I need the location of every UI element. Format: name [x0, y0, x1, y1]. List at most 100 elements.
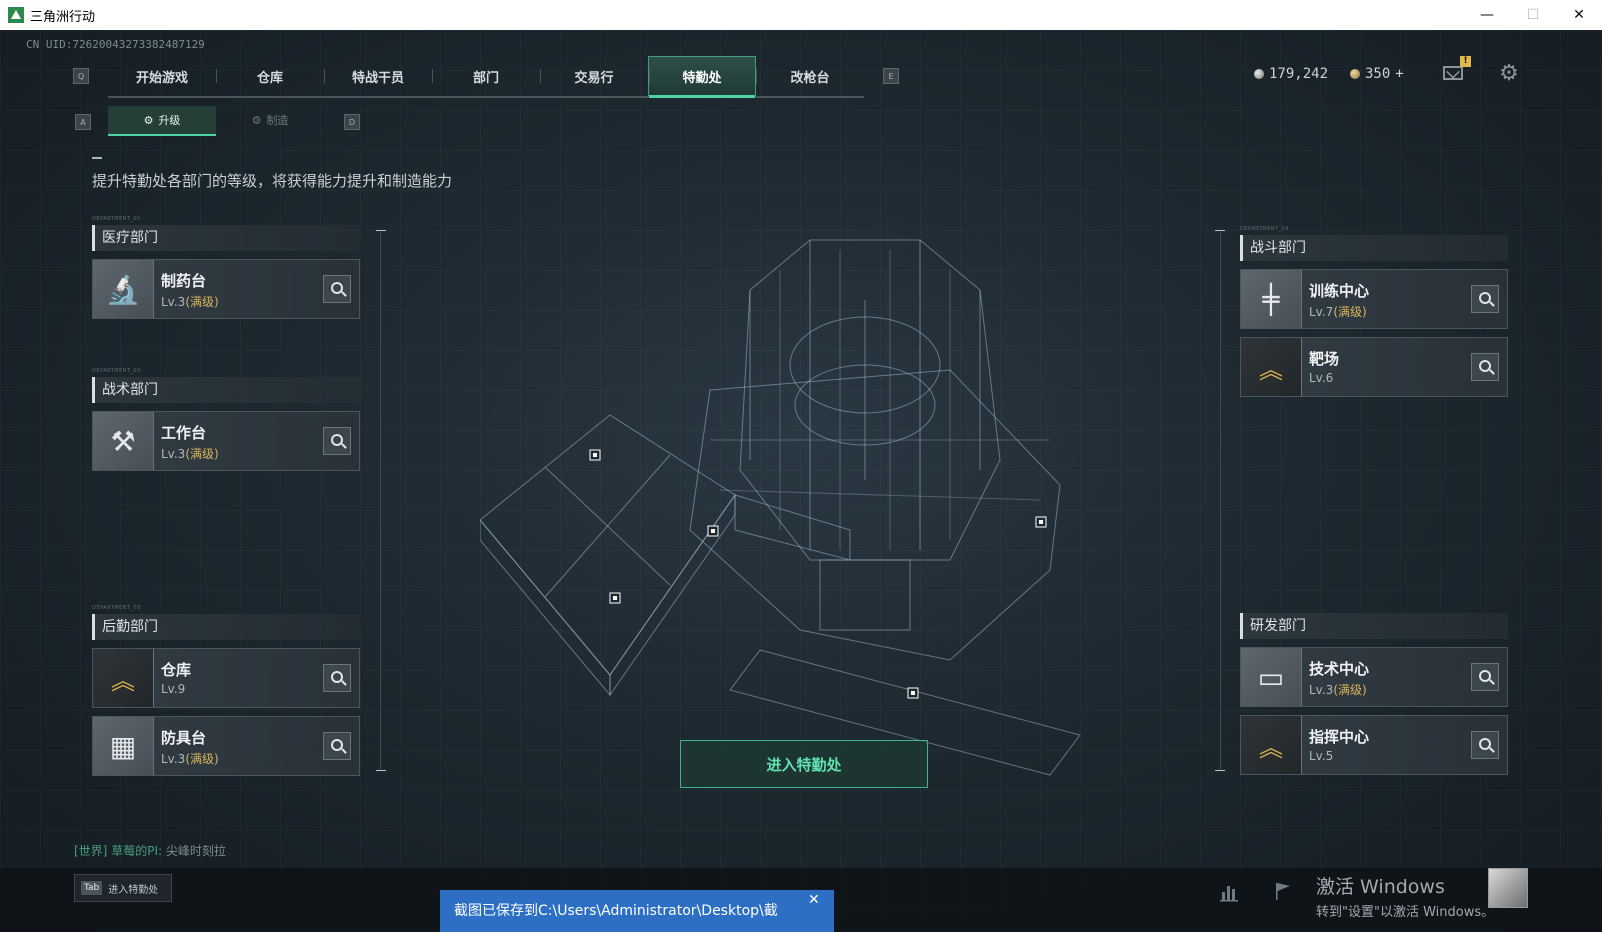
subnav-key-right[interactable]: D	[344, 114, 360, 130]
magnify-icon[interactable]	[1471, 353, 1499, 381]
minimize-button[interactable]: —	[1464, 0, 1510, 30]
facility-level: Lv.7(满级)	[1309, 303, 1367, 320]
toast-close-icon[interactable]: ✕	[808, 892, 820, 908]
magnify-icon[interactable]	[1471, 663, 1499, 691]
magnify-icon[interactable]	[323, 732, 351, 760]
subnav-key-left[interactable]: A	[75, 114, 91, 130]
chat-channel: [世界]	[74, 844, 108, 858]
chat-message: 尖峰时刻拉	[165, 844, 226, 858]
user-uid: CN UID:7262004327338248712​9	[26, 38, 205, 51]
upgrade-icon: ⚙	[143, 113, 154, 127]
dept-combat-header: 战斗部门	[1240, 235, 1508, 261]
nav-key-left[interactable]: Q	[73, 68, 89, 84]
maximize-button[interactable]: ☐	[1510, 0, 1556, 30]
terminal-icon: ▭	[1241, 648, 1302, 706]
page-description: 提升特勤处各部门的等级，将获得能力提升和制造能力	[92, 172, 453, 190]
dept-tag: DEPARTMENT_02	[92, 368, 141, 374]
dept-tactical-header: 战术部门	[92, 377, 360, 403]
tab-special-ops[interactable]: 特勤处	[648, 56, 756, 98]
window-title: 三角洲行动	[30, 9, 96, 25]
subtab-upgrade[interactable]: ⚙ 升级	[108, 106, 216, 136]
windows-activation-watermark: 激活 Windows 转到"设置"以激活 Windows。	[1316, 872, 1494, 920]
dept-logistics-header: 后勤部门	[92, 614, 360, 640]
facility-name: 训练中心	[1309, 282, 1370, 300]
dumbbell-icon: ╪	[1241, 270, 1302, 328]
facility-name: 仓库	[161, 661, 192, 679]
subtab-upgrade-label: 升级	[158, 114, 181, 127]
subtab-craft-label: 制造	[266, 114, 289, 127]
level-value: Lv.3	[161, 295, 186, 309]
bracket-top-left	[376, 230, 386, 231]
level-value: Lv.3	[161, 752, 186, 766]
tab-start-game[interactable]: 开始游戏	[108, 56, 216, 96]
mail-icon[interactable]	[1443, 66, 1463, 80]
tab-warehouse[interactable]: 仓库	[216, 56, 324, 96]
stats-icon[interactable]	[1218, 880, 1240, 902]
microscope-icon: 🔬	[93, 260, 154, 318]
gold-amount: 350	[1365, 66, 1391, 82]
facility-name: 防具台	[161, 729, 207, 747]
tab-department[interactable]: 部门	[432, 56, 540, 96]
settings-gear-icon[interactable]: ⚙	[1498, 63, 1520, 85]
enter-special-ops-button[interactable]: 进入特勤处	[680, 740, 928, 788]
max-level-label: (满级)	[185, 447, 219, 461]
facility-name: 技术中心	[1309, 660, 1370, 678]
facility-card-pharmacy[interactable]: 🔬 制药台 Lv.3(满级)	[92, 259, 360, 319]
facility-level: Lv.9	[161, 682, 185, 696]
close-button[interactable]: ✕	[1556, 0, 1602, 30]
facility-card-training[interactable]: ╪ 训练中心 Lv.7(满级)	[1240, 269, 1508, 329]
dept-tag: DEPARTMENT_04	[1240, 226, 1289, 232]
facility-card-command[interactable]: ︽ 指挥中心 Lv.5	[1240, 715, 1508, 775]
divider-line-right	[1220, 230, 1221, 770]
magnify-icon[interactable]	[323, 275, 351, 303]
tab-hint-button[interactable]: Tab 进入特勤处	[74, 874, 172, 902]
cubes-icon: ▦	[93, 717, 154, 775]
activation-title: 激活 Windows	[1316, 876, 1445, 898]
subtab-craft[interactable]: ⚙ 制造	[216, 106, 324, 134]
tools-icon: ⚒	[93, 412, 154, 470]
magnify-icon[interactable]	[323, 664, 351, 692]
facility-name: 制药台	[161, 272, 207, 290]
level-value: Lv.3	[161, 447, 186, 461]
chevron-rank-icon: ︽	[93, 649, 154, 707]
facility-card-range[interactable]: ︽ 靶场 Lv.6	[1240, 337, 1508, 397]
nav-key-right[interactable]: E	[883, 68, 899, 84]
description-marker	[92, 157, 102, 159]
level-value: Lv.3	[1309, 683, 1334, 697]
facility-card-storage[interactable]: ︽ 仓库 Lv.9	[92, 648, 360, 708]
gold-add-button[interactable]: +	[1395, 66, 1403, 82]
bracket-bottom-right	[1215, 770, 1225, 771]
dept-tag: DEPARTMENT_01	[92, 216, 141, 222]
bracket-top-right	[1215, 230, 1225, 231]
magnify-icon[interactable]	[323, 427, 351, 455]
flag-icon[interactable]	[1272, 880, 1294, 902]
avatar[interactable]	[1488, 868, 1528, 908]
silver-amount: 179,242	[1269, 66, 1329, 82]
bracket-bottom-left	[376, 770, 386, 771]
gold-currency[interactable]: 350 +	[1350, 66, 1404, 82]
level-value: Lv.6	[1309, 371, 1334, 385]
facility-level: Lv.3(满级)	[161, 750, 219, 767]
gold-coin-icon	[1350, 69, 1360, 79]
max-level-label: (满级)	[1333, 683, 1367, 697]
max-level-label: (满级)	[185, 752, 219, 766]
chat-line[interactable]: [世界] 草莓的PI: 尖峰时刻拉	[74, 842, 226, 859]
facility-level: Lv.3(满级)	[161, 293, 219, 310]
facility-level: Lv.3(满级)	[161, 445, 219, 462]
magnify-icon[interactable]	[1471, 731, 1499, 759]
magnify-icon[interactable]	[1471, 285, 1499, 313]
window-titlebar: 三角洲行动 — ☐ ✕	[0, 0, 1602, 30]
dept-research-header: 研发部门	[1240, 613, 1508, 639]
tab-operators[interactable]: 特战干员	[324, 56, 432, 96]
level-value: Lv.9	[161, 682, 186, 696]
facility-card-tech[interactable]: ▭ 技术中心 Lv.3(满级)	[1240, 647, 1508, 707]
tab-trade[interactable]: 交易行	[540, 56, 648, 96]
game-viewport: CN UID:7262004327338248712​9 Q 开始游戏 仓库 特…	[0, 30, 1602, 932]
silver-currency: 179,242	[1254, 66, 1328, 82]
main-nav: 开始游戏 仓库 特战干员 部门 交易行 特勤处 改枪台	[108, 56, 864, 98]
tab-key-label: Tab	[81, 881, 103, 895]
facility-card-armor[interactable]: ▦ 防具台 Lv.3(满级)	[92, 716, 360, 776]
level-value: Lv.7	[1309, 305, 1334, 319]
facility-card-workbench[interactable]: ⚒ 工作台 Lv.3(满级)	[92, 411, 360, 471]
tab-gunsmith[interactable]: 改枪台	[756, 56, 864, 96]
